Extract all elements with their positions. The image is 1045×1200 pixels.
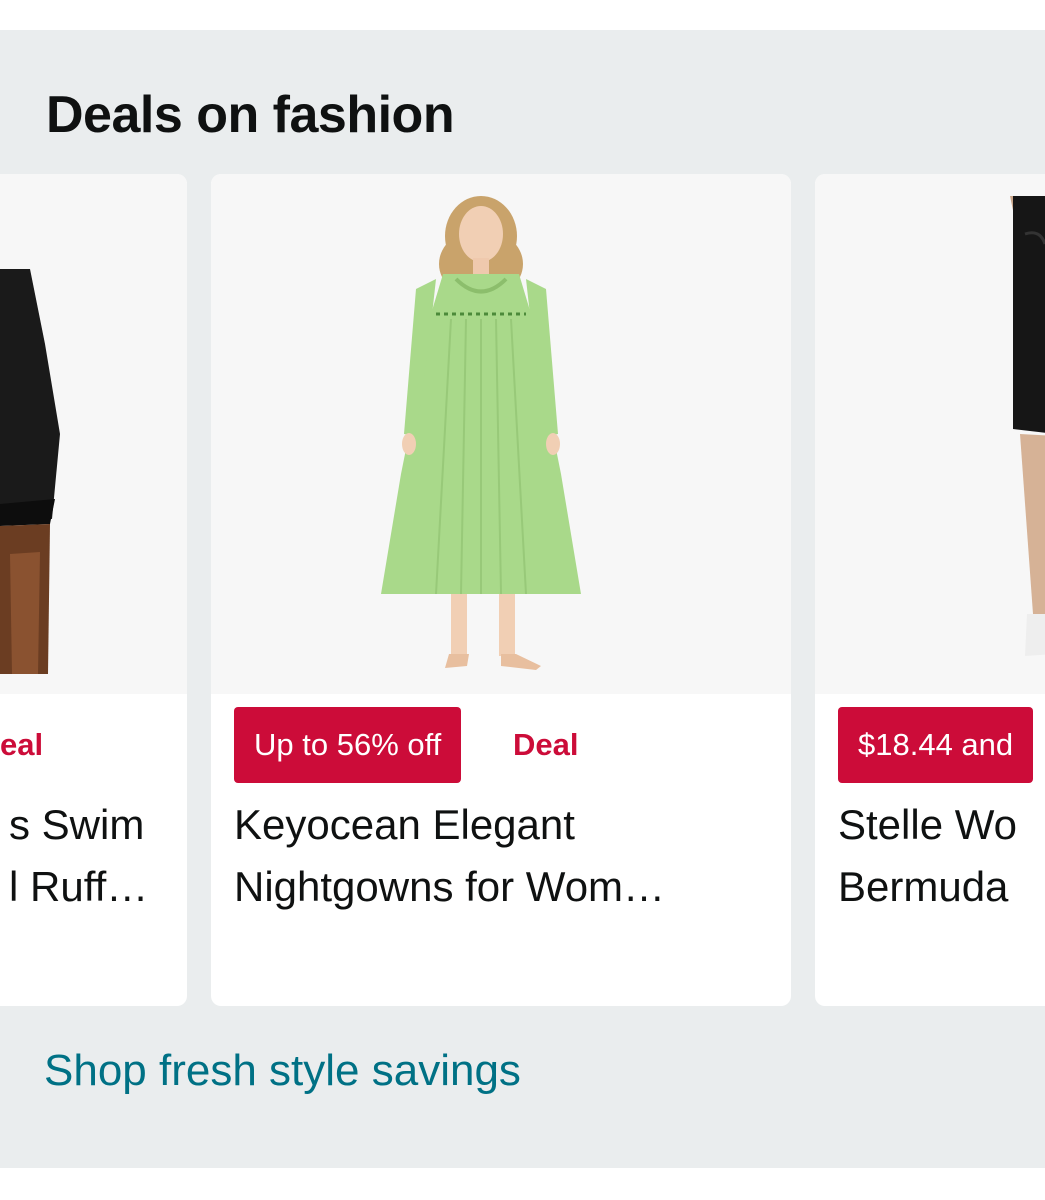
- product-title-3-line1: Stelle Wo: [838, 801, 1017, 848]
- black-shorts-image: [1010, 196, 1045, 656]
- product-card-2[interactable]: Up to 56% off Deal Keyocean Elegant Nigh…: [211, 174, 791, 1006]
- shop-fresh-style-savings-link[interactable]: Shop fresh style savings: [44, 1046, 521, 1096]
- product-image-3[interactable]: [815, 174, 1045, 694]
- product-title-2[interactable]: Keyocean Elegant Nightgowns for Wom…: [234, 794, 665, 918]
- discount-badge-2: Up to 56% off: [234, 707, 462, 783]
- top-spacer: [0, 0, 1045, 30]
- product-card-1[interactable]: eal s Swim l Ruff…: [0, 174, 187, 1006]
- section-title: Deals on fashion: [46, 86, 455, 144]
- product-card-3[interactable]: $18.44 and Stelle Wo Bermuda: [815, 174, 1045, 1006]
- deals-panel: Deals on fashion eal s Swim l Ruff… Up t…: [0, 30, 1045, 1168]
- product-image-1[interactable]: [0, 174, 187, 694]
- deal-label-1: eal: [0, 727, 44, 762]
- product-title-3-line2: Bermuda: [838, 863, 1009, 910]
- product-title-2-line2: Nightgowns for Wom…: [234, 863, 666, 910]
- product-image-2[interactable]: [211, 174, 791, 694]
- deal-label-2: Deal: [513, 727, 579, 762]
- product-title-1-line1: s Swim: [9, 801, 145, 848]
- product-title-3[interactable]: Stelle Wo Bermuda: [838, 794, 1017, 918]
- bottom-spacer: [0, 1168, 1045, 1200]
- price-badge-3: $18.44 and: [838, 707, 1034, 783]
- product-title-1[interactable]: s Swim l Ruff…: [9, 794, 148, 918]
- product-title-2-line1: Keyocean Elegant: [234, 801, 575, 848]
- black-skort-image: [0, 269, 60, 674]
- green-nightgown-image: [381, 196, 581, 670]
- product-title-1-line2: l Ruff…: [9, 863, 149, 910]
